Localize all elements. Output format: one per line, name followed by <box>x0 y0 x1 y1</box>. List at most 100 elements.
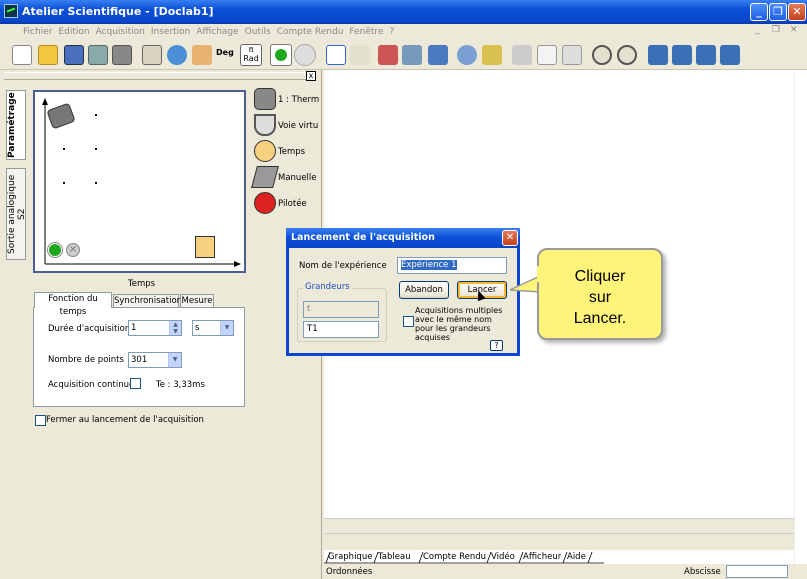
spin-up-icon[interactable]: ▲ <box>169 321 181 328</box>
screen-2-icon[interactable] <box>672 45 692 65</box>
sensor-piloted[interactable]: Pilotée <box>254 192 324 216</box>
sensor-label: Manuelle <box>278 173 317 183</box>
dialog-close-button[interactable]: ✕ <box>502 230 518 246</box>
points-select[interactable]: 301 ▼ <box>128 352 182 368</box>
fermer-checkbox[interactable] <box>35 415 46 426</box>
sensor-label: Voie virtu <box>278 121 319 131</box>
tab-sortie-analogique[interactable]: Sortie analogique S2 <box>6 168 27 260</box>
curve-icon[interactable] <box>378 45 398 65</box>
sensor-time[interactable]: Temps <box>254 140 324 164</box>
paste-icon[interactable] <box>562 45 582 65</box>
graph-area-edge <box>794 70 807 579</box>
sensor-label: 1 : Therm <box>278 95 320 105</box>
horizontal-scrollbar-area[interactable] <box>324 518 794 550</box>
go-icon[interactable] <box>48 243 62 257</box>
preview-axis-label: Temps <box>128 279 156 289</box>
multi-checkbox[interactable] <box>403 316 414 327</box>
screen-4-icon[interactable] <box>720 45 740 65</box>
menu-item[interactable]: Outils <box>245 24 271 40</box>
modelize-icon[interactable] <box>457 45 477 65</box>
clock-icon <box>195 236 215 258</box>
channel-dot <box>95 148 97 150</box>
acquisition-preview[interactable]: × <box>33 90 246 273</box>
menu-item[interactable]: Edition <box>58 24 89 40</box>
sensor-thermometer[interactable]: 1 : Therm <box>254 88 324 112</box>
abandon-button[interactable]: Abandon <box>399 281 449 299</box>
copy-icon[interactable] <box>537 45 557 65</box>
table-icon[interactable] <box>326 45 346 65</box>
tab-separators <box>324 551 604 564</box>
tab-parametrage[interactable]: Paramétrage <box>6 90 26 160</box>
rad-button[interactable]: π Rad <box>240 44 262 66</box>
maximize-button[interactable]: ❐ <box>769 3 787 21</box>
sensor-virtual[interactable]: Voie virtu <box>254 114 324 138</box>
nom-input[interactable]: Expérience 1 <box>397 257 507 274</box>
open-folder-icon[interactable] <box>38 45 58 65</box>
screen-3-icon[interactable] <box>696 45 716 65</box>
close-button[interactable]: ✕ <box>788 3 806 21</box>
tab-mesure[interactable]: Mesure <box>180 294 214 308</box>
mdi-close-button[interactable]: ✕ <box>790 25 798 35</box>
fermer-label: Fermer au lancement de l'acquisition <box>46 415 204 425</box>
mdi-minimize-button[interactable]: _ <box>755 25 760 35</box>
duree-input[interactable]: 1 ▲ ▼ <box>128 320 182 336</box>
mdi-restore-button[interactable]: ❐ <box>772 25 780 35</box>
window-title: Atelier Scientifique - [Doclab1] <box>22 5 214 18</box>
grandeurs-label: Grandeurs <box>303 282 352 292</box>
app-icon <box>4 4 18 18</box>
duree-unit-select[interactable]: s ▼ <box>192 320 234 336</box>
launch-acquisition-dialog: Lancement de l'acquisition ✕ Nom de l'ex… <box>286 228 520 356</box>
grandeur-t1-input[interactable]: T1 <box>303 321 379 338</box>
channel-dot <box>95 182 97 184</box>
wizard-icon[interactable] <box>142 45 162 65</box>
save-as-icon[interactable] <box>88 45 108 65</box>
channel-dot <box>63 148 65 150</box>
spin-down-icon[interactable]: ▼ <box>169 328 181 335</box>
menu-item[interactable]: Fenêtre <box>349 24 383 40</box>
menu-item[interactable]: Acquisition <box>96 24 145 40</box>
panel-close-icon[interactable]: x <box>306 71 316 81</box>
abscisse-select[interactable] <box>726 565 788 578</box>
sensor-label: Pilotée <box>278 199 307 209</box>
menu-item[interactable]: Fichier <box>23 24 52 40</box>
save-icon[interactable] <box>64 45 84 65</box>
window-titlebar: Atelier Scientifique - [Doclab1] _ ❐ ✕ <box>0 0 807 24</box>
minimize-button[interactable]: _ <box>750 3 768 21</box>
pen-icon[interactable] <box>482 45 502 65</box>
new-document-icon[interactable] <box>12 45 32 65</box>
redo-icon[interactable] <box>617 45 637 65</box>
menu-item[interactable]: Insertion <box>151 24 191 40</box>
deg-button[interactable]: Deg <box>216 48 234 57</box>
wave-icon[interactable] <box>402 45 422 65</box>
duree-label: Durée d'acquisition <box>48 324 131 334</box>
screen-1-icon[interactable] <box>648 45 668 65</box>
sensor-manual[interactable]: Manuelle <box>251 166 324 190</box>
undo-icon[interactable] <box>592 45 612 65</box>
stop-acquisition-icon[interactable] <box>294 44 316 66</box>
menu-item[interactable]: ? <box>389 24 394 40</box>
cut-icon[interactable] <box>512 45 532 65</box>
abscisse-label: Abscisse <box>684 567 721 577</box>
cursor-cross-icon[interactable] <box>350 45 370 65</box>
stop-icon[interactable]: × <box>66 243 80 257</box>
chevron-down-icon[interactable]: ▼ <box>220 321 233 335</box>
globe-icon[interactable] <box>167 45 187 65</box>
calculator-icon[interactable] <box>428 45 448 65</box>
print-icon[interactable] <box>112 45 132 65</box>
rad-label: Rad <box>243 54 259 63</box>
help-button[interactable]: ? <box>490 340 503 351</box>
edit-tool-icon[interactable] <box>192 45 212 65</box>
tab-fonction-du-temps[interactable]: Fonction du temps <box>34 292 112 317</box>
points-value: 301 <box>131 355 148 365</box>
menu-item[interactable]: Compte Rendu <box>277 24 344 40</box>
grandeur-t-input: t <box>303 301 379 318</box>
menu-item[interactable]: Affichage <box>196 24 238 40</box>
callout-text: Cliquer sur Lancer. <box>573 268 627 327</box>
ordonnees-label: Ordonnées <box>326 567 373 577</box>
continue-checkbox[interactable] <box>130 378 141 389</box>
chevron-down-icon[interactable]: ▼ <box>168 353 181 367</box>
clock-icon <box>254 140 276 162</box>
start-acquisition-button[interactable] <box>270 44 292 66</box>
piloted-icon <box>254 192 276 214</box>
tab-synchronisation[interactable]: Synchronisation <box>113 294 182 308</box>
